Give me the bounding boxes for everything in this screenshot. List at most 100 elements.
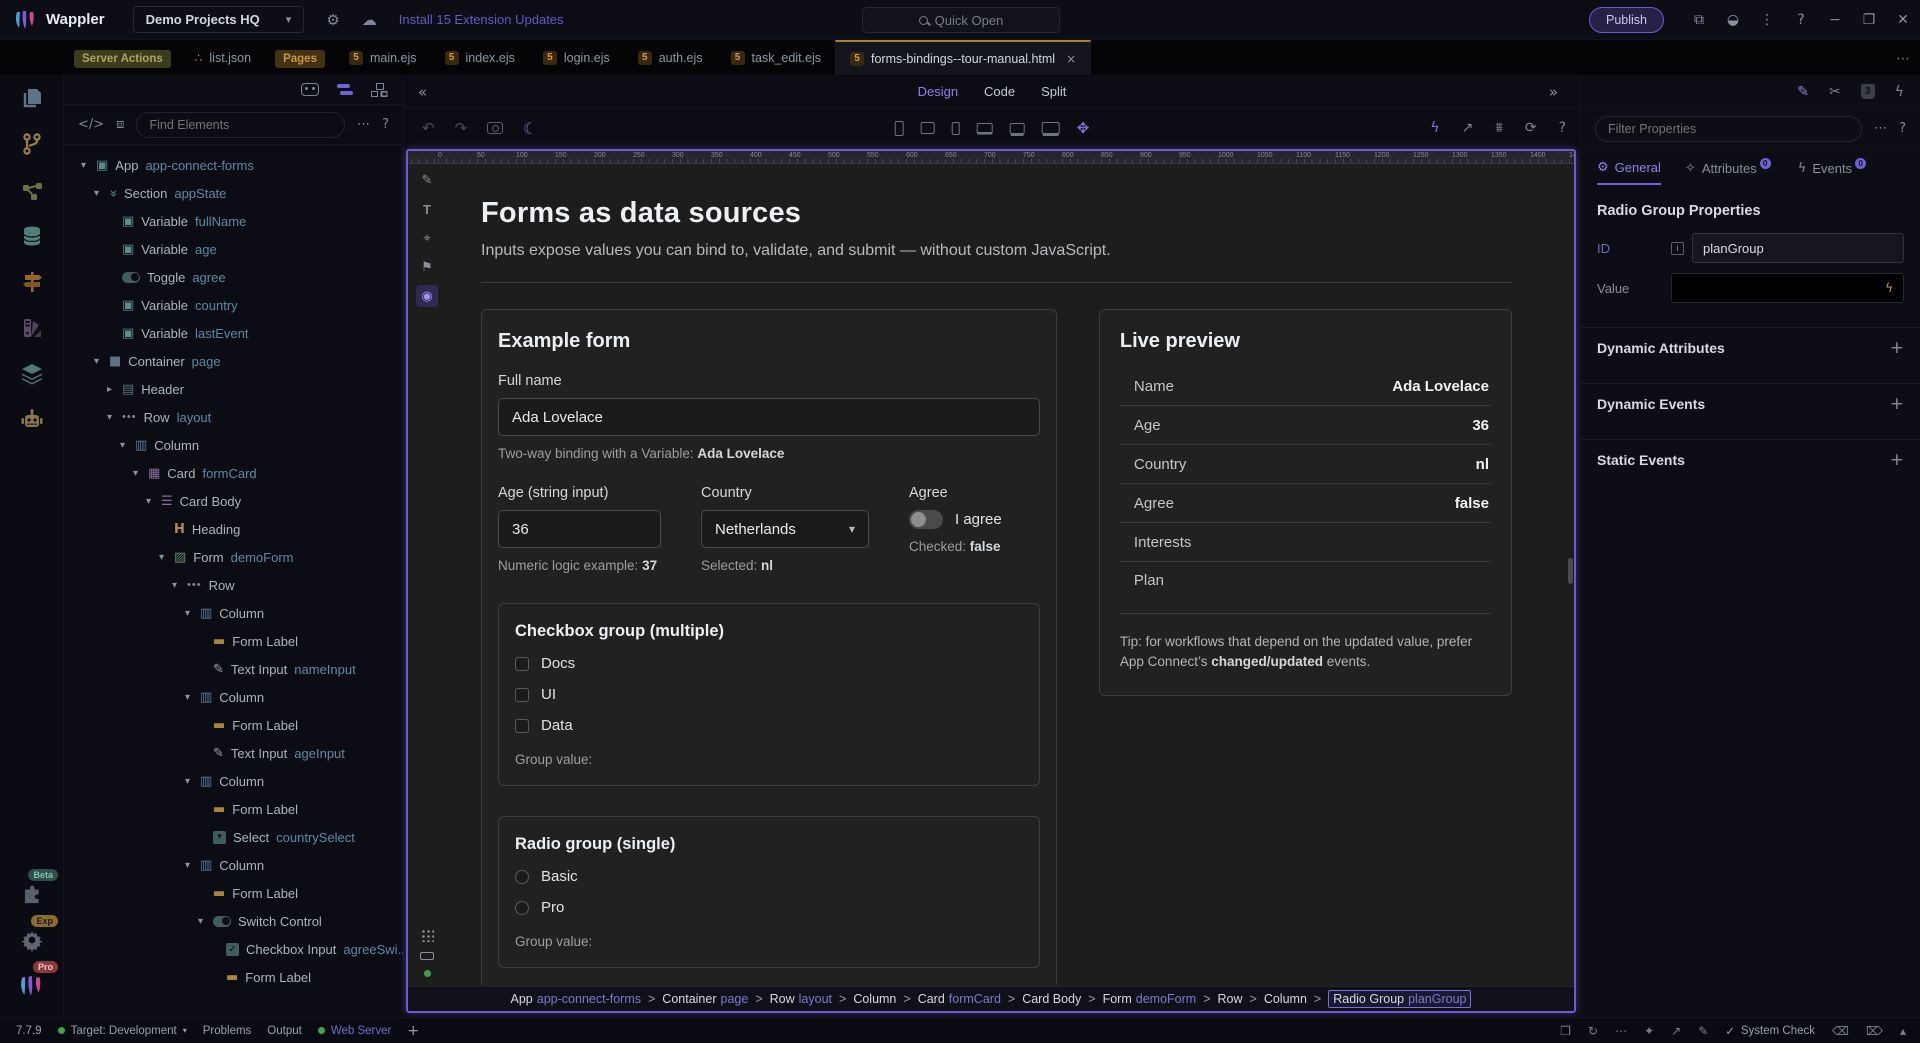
publish-button[interactable]: Publish xyxy=(1589,7,1664,33)
tree-expand-icon[interactable]: ▾ xyxy=(156,552,167,563)
radio-option-control[interactable] xyxy=(515,900,529,915)
breadcrumb-item-container[interactable]: Container page xyxy=(662,992,748,1006)
tab-design[interactable]: Design xyxy=(918,84,958,99)
checkbox-option-ui[interactable]: UI xyxy=(515,686,1023,703)
breadcrumb-item-row[interactable]: Row layout xyxy=(770,992,832,1006)
tree-item-toggle[interactable]: Toggle agree xyxy=(64,263,403,291)
tree-item-form-label[interactable]: ▬ Form Label xyxy=(64,879,403,907)
tree-item-variable[interactable]: ▣ Variable country xyxy=(64,291,403,319)
tree-expand-icon[interactable]: ▾ xyxy=(169,580,180,591)
tree-expand-icon[interactable]: ▾ xyxy=(182,776,193,787)
extensions-cloud-icon[interactable]: ☁ xyxy=(362,11,377,29)
install-updates-link[interactable]: Install 15 Extension Updates xyxy=(399,12,564,27)
props-section-dynamic-attributes[interactable]: Dynamic Attributes + xyxy=(1581,327,1920,367)
breadcrumb-item-row[interactable]: Row xyxy=(1218,992,1243,1006)
tree-item-form[interactable]: ▾ ▨ Form demoForm xyxy=(64,543,403,571)
wappler-pro-icon[interactable]: Pro xyxy=(0,961,64,1009)
dynamic-data-bolt-icon[interactable]: ϟ xyxy=(1430,120,1439,136)
ai-robot-icon[interactable] xyxy=(301,83,319,96)
phone-device-icon[interactable] xyxy=(894,120,904,136)
value-input[interactable]: ϟ xyxy=(1671,273,1904,303)
ai-assistant-icon[interactable] xyxy=(0,397,64,443)
canvas-scrollbar[interactable] xyxy=(1567,164,1574,985)
tree-item-heading[interactable]: H Heading xyxy=(64,515,403,543)
breadcrumb-item-form[interactable]: Form demoForm xyxy=(1103,992,1197,1006)
beta-puzzle-icon[interactable]: Beta xyxy=(0,869,64,917)
tree-view-icon[interactable] xyxy=(371,82,387,97)
web-server-button[interactable]: Web Server xyxy=(317,1025,391,1037)
edit-mode-icon[interactable]: ✎ xyxy=(1797,84,1809,100)
tree-item-container[interactable]: ▾ ■ Container page xyxy=(64,347,403,375)
country-select[interactable]: Netherlands ▾ xyxy=(701,510,869,548)
breadcrumb-item-card[interactable]: Card formCard xyxy=(918,992,1001,1006)
breadcrumb-item-column[interactable]: Column xyxy=(853,992,896,1006)
agree-toggle[interactable] xyxy=(909,510,943,529)
tree-expand-icon[interactable]: ▾ xyxy=(182,692,193,703)
tree-item-text-input[interactable]: ✎ Text Input ageInput xyxy=(64,739,403,767)
refresh-icon[interactable]: ⟳ xyxy=(1525,120,1537,136)
output-button[interactable]: Output xyxy=(267,1025,302,1037)
collapse-left-icon[interactable]: « xyxy=(404,83,441,101)
props-tab-events[interactable]: ϟ Events 0 xyxy=(1798,157,1869,184)
tree-expand-icon[interactable]: ▾ xyxy=(78,160,89,171)
tab-code[interactable]: Code xyxy=(984,84,1015,99)
tree-item-row[interactable]: ▾ ••• Row layout xyxy=(64,403,403,431)
checkbox-option-docs[interactable]: Docs xyxy=(515,655,1023,672)
tree-item-column[interactable]: ▾ ▥ Column xyxy=(64,431,403,459)
id-input[interactable]: planGroup xyxy=(1692,233,1904,263)
breadcrumb-item-app[interactable]: App app-connect-forms xyxy=(511,992,641,1006)
find-elements-input[interactable] xyxy=(136,111,346,138)
canvas-help-icon[interactable]: ? xyxy=(1559,120,1566,136)
breadcrumb-item-radio-group[interactable]: Radio Group planGroup xyxy=(1328,990,1472,1008)
tree-item-app[interactable]: ▾ ▣ App app-connect-forms xyxy=(64,151,403,179)
screenshot-camera-icon[interactable] xyxy=(487,122,504,134)
tab-overflow-icon[interactable]: ⋯ xyxy=(1896,51,1910,67)
tree-item-variable[interactable]: ▣ Variable fullName xyxy=(64,207,403,235)
tree-expand-icon[interactable]: ▸ xyxy=(104,384,115,395)
collapse-bar-icon[interactable]: ▴ xyxy=(1900,1024,1906,1038)
props-tab-attributes[interactable]: ✧ Attributes 0 xyxy=(1685,157,1774,184)
tv-device-icon[interactable] xyxy=(1041,122,1060,134)
radio-option-pro[interactable]: Pro xyxy=(515,899,1023,916)
database-icon[interactable] xyxy=(0,213,64,259)
dynamic-value-bolt-icon[interactable]: ϟ xyxy=(1885,281,1893,295)
tree-item-column[interactable]: ▾ ▥ Column xyxy=(64,683,403,711)
tree-item-select[interactable]: ▾ Select countrySelect xyxy=(64,823,403,851)
sparkle-icon[interactable]: ✦ xyxy=(1644,1024,1654,1038)
tree-expand-icon[interactable]: ▾ xyxy=(117,440,128,451)
project-selector[interactable]: Demo Projects HQ ▾ xyxy=(132,6,305,33)
tablet-device-icon[interactable] xyxy=(920,122,935,134)
tree-item-column[interactable]: ▾ ▥ Column xyxy=(64,599,403,627)
tree-expand-icon[interactable]: ▾ xyxy=(143,496,154,507)
tree-item-variable[interactable]: ▣ Variable lastEvent xyxy=(64,319,403,347)
props-section-dynamic-events[interactable]: Dynamic Events + xyxy=(1581,383,1920,423)
layers-icon[interactable] xyxy=(0,351,64,397)
styles-icon[interactable] xyxy=(0,305,64,351)
tree-item-form-label[interactable]: ▬ Form Label xyxy=(64,627,403,655)
tree-item-card-body[interactable]: ▾ ☰ Card Body xyxy=(64,487,403,515)
tab-task_edit.ejs[interactable]: 5 task_edit.ejs xyxy=(717,40,835,75)
props-section-static-events[interactable]: Static Events + xyxy=(1581,439,1920,479)
full-name-input[interactable]: Ada Lovelace xyxy=(498,398,1040,436)
components-icon[interactable]: ⧈ xyxy=(116,117,124,132)
list-view-icon[interactable] xyxy=(337,83,353,96)
tree-expand-icon[interactable]: ▾ xyxy=(91,356,102,367)
tree-item-switch-control[interactable]: ▾ Switch Control xyxy=(64,907,403,935)
restore-icon[interactable]: ❐ xyxy=(1852,12,1886,28)
radio-option-control[interactable] xyxy=(515,869,529,884)
redo-icon[interactable]: ↷ xyxy=(455,119,468,137)
export-icon[interactable]: ↗ xyxy=(1671,1024,1681,1038)
settings-gear-icon[interactable]: ⚙ xyxy=(326,11,339,29)
scissors-icon[interactable]: ✂ xyxy=(1829,84,1841,100)
tree-expand-icon[interactable]: ▾ xyxy=(182,608,193,619)
tab-split[interactable]: Split xyxy=(1041,84,1066,99)
age-input[interactable]: 36 xyxy=(498,510,661,548)
laptop-device-icon[interactable] xyxy=(976,123,993,133)
status-more-icon[interactable]: ⋯ xyxy=(1615,1024,1627,1038)
events-bolt-icon[interactable]: ϟ xyxy=(1895,84,1904,100)
filter-properties-input[interactable] xyxy=(1595,115,1863,142)
checkbox-option-control[interactable] xyxy=(515,687,529,702)
add-dynamic-attributes-icon[interactable]: + xyxy=(1890,338,1904,358)
tree-item-variable[interactable]: ▣ Variable age xyxy=(64,235,403,263)
scrollbar-thumb[interactable] xyxy=(1568,558,1573,585)
